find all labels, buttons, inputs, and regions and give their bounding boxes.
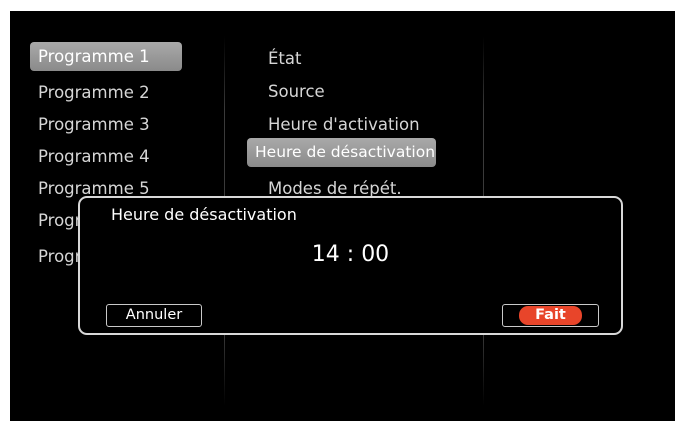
dialog-title: Heure de désactivation bbox=[111, 205, 297, 224]
cancel-button[interactable]: Annuler bbox=[106, 304, 202, 327]
tv-screen: Programme 1 Programme 2 Programme 3 Prog… bbox=[10, 11, 675, 421]
programme-item-2[interactable]: Programme 2 bbox=[30, 78, 182, 107]
done-button-label: Fait bbox=[519, 306, 582, 325]
time-value[interactable]: 14 : 00 bbox=[80, 242, 621, 267]
top-tick-left bbox=[223, 11, 224, 16]
top-tick-right bbox=[483, 11, 484, 16]
setting-item-on-time[interactable]: Heure d'activation bbox=[260, 110, 450, 139]
setting-item-state[interactable]: État bbox=[260, 44, 450, 73]
programme-item-4[interactable]: Programme 4 bbox=[30, 142, 182, 171]
off-time-dialog: Heure de désactivation 14 : 00 Annuler F… bbox=[78, 196, 623, 335]
programme-item-1[interactable]: Programme 1 bbox=[30, 42, 182, 71]
done-button[interactable]: Fait bbox=[502, 304, 599, 327]
programme-item-3[interactable]: Programme 3 bbox=[30, 110, 182, 139]
setting-item-source[interactable]: Source bbox=[260, 77, 450, 106]
setting-item-off-time[interactable]: Heure de désactivation bbox=[247, 138, 436, 167]
